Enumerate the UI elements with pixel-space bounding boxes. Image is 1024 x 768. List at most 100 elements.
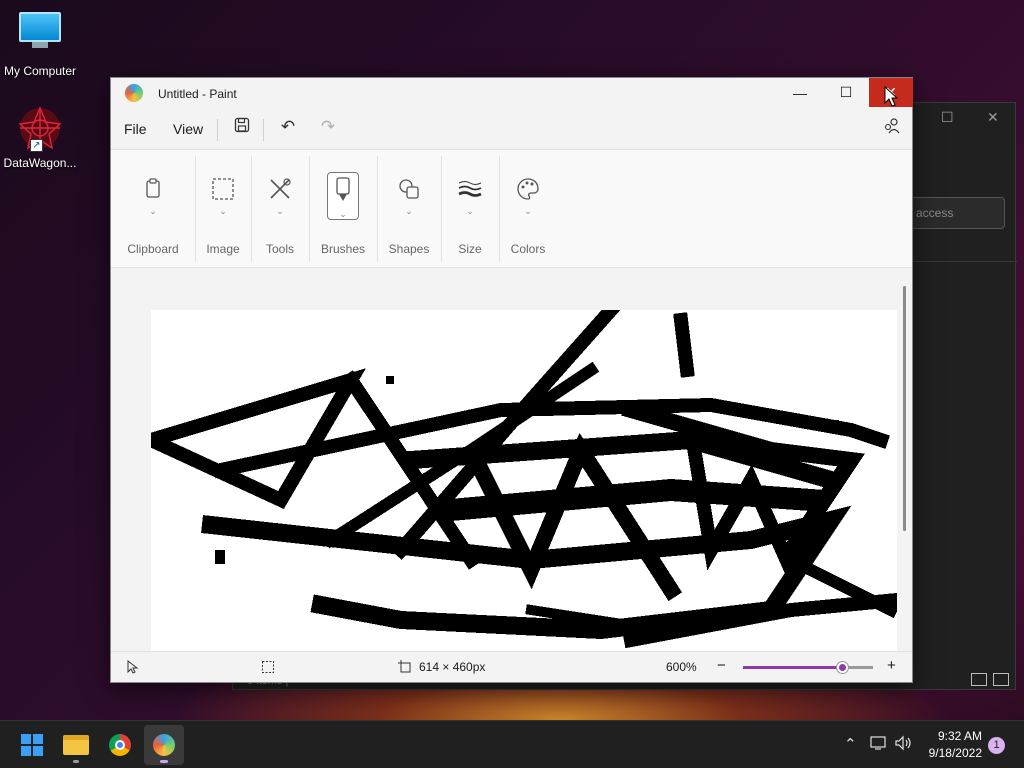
tools-icon (270, 178, 291, 199)
network-icon[interactable] (870, 735, 888, 755)
ribbon-label: Tools (265, 242, 294, 256)
vertical-scrollbar[interactable] (903, 286, 906, 531)
taskbar-paint[interactable] (144, 725, 184, 765)
selection-size-icon (261, 660, 275, 677)
clock-time: 9:32 AM (937, 729, 982, 743)
ribbon-group-size[interactable]: ⌄ Size (443, 150, 497, 269)
taskbar-chrome[interactable] (100, 725, 140, 765)
ribbon-group-tools[interactable]: ⌄ Tools (253, 150, 307, 269)
maximize-icon[interactable]: ☐ (941, 109, 954, 126)
menu-view[interactable]: View (173, 121, 203, 137)
undo-button[interactable]: ↶ (275, 117, 301, 141)
maximize-button[interactable]: ☐ (823, 78, 869, 107)
save-button[interactable] (229, 117, 255, 141)
ribbon: ⌄ Clipboard ⌄ Image ⌄ Tools ⌄ Brushes ⌄ (111, 149, 912, 268)
chevron-down-icon: ⌄ (339, 209, 347, 219)
divider (441, 156, 442, 262)
ribbon-group-clipboard[interactable]: ⌄ Clipboard (115, 150, 191, 269)
active-indicator (160, 760, 168, 763)
taskbar-file-explorer[interactable] (56, 725, 96, 765)
chevron-down-icon: ⌄ (149, 206, 157, 216)
ribbon-group-colors[interactable]: ⌄ Colors (501, 150, 555, 269)
divider (217, 119, 218, 141)
chrome-icon (109, 734, 131, 756)
notification-badge[interactable]: 1 (988, 737, 1005, 754)
undo-icon: ↶ (280, 117, 296, 136)
zoom-slider[interactable] (743, 662, 873, 673)
ribbon-label: Shapes (388, 242, 430, 256)
ribbon-group-shapes[interactable]: ⌄ Shapes (379, 150, 439, 269)
account-button[interactable] (879, 117, 905, 141)
windows-logo-icon (21, 734, 43, 756)
divider (263, 119, 264, 141)
search-input[interactable]: access (901, 197, 1005, 229)
ribbon-label: Colors (510, 242, 546, 256)
chevron-down-icon: ⌄ (276, 206, 284, 216)
scribble-drawing (141, 300, 905, 649)
paint-app-icon (153, 734, 175, 756)
running-indicator (73, 760, 79, 763)
save-icon (234, 117, 250, 133)
redo-icon: ↷ (320, 117, 336, 136)
redo-button[interactable]: ↷ (315, 117, 341, 141)
divider (195, 156, 196, 262)
selection-icon (212, 178, 234, 200)
shortcut-arrow-icon: ↗ (30, 139, 43, 152)
maximize-icon: ☐ (839, 84, 853, 100)
ribbon-group-brushes[interactable]: ⌄ Brushes (311, 150, 375, 269)
minimize-button[interactable]: — (777, 78, 823, 107)
window-title: Untitled - Paint (158, 87, 237, 101)
ribbon-label: Clipboard (127, 242, 179, 256)
start-button[interactable] (12, 725, 52, 765)
monitor-icon (16, 12, 64, 60)
shapes-icon (399, 179, 419, 199)
desktop-icon-my-computer[interactable]: My Computer (0, 8, 80, 78)
ribbon-label: Size (458, 242, 482, 256)
size-icon (458, 181, 482, 197)
palette-icon (517, 178, 539, 200)
mouse-cursor-icon (884, 86, 898, 107)
desktop-icon-label: My Computer (3, 64, 77, 78)
folder-icon (63, 735, 89, 755)
chevron-down-icon: ⌄ (466, 206, 474, 216)
minimize-icon: — (793, 84, 807, 101)
paint-window: Untitled - Paint — ☐ ✕ File View ↶ ↷ ⌄ C… (110, 77, 913, 683)
paint-app-icon (125, 84, 143, 102)
zoom-level: 600% (666, 660, 697, 674)
clipboard-icon (146, 178, 160, 198)
details-view-icon[interactable] (971, 673, 987, 686)
canvas-area (111, 268, 912, 651)
zoom-slider-fill (743, 666, 845, 669)
brushes-selected-box[interactable]: ⌄ (327, 172, 359, 220)
zoom-out-button[interactable]: − (717, 657, 726, 674)
canvas-size-icon (398, 660, 412, 677)
chevron-down-icon: ⌄ (219, 206, 227, 216)
ribbon-group-image[interactable]: ⌄ Image (197, 150, 249, 269)
divider (309, 156, 310, 262)
ribbon-label: Brushes (320, 242, 366, 256)
close-icon[interactable]: ✕ (987, 109, 999, 126)
desktop-icon-datawagon[interactable]: ↗ DataWagon... (0, 104, 80, 170)
pointer-icon (127, 659, 139, 677)
zoom-slider-thumb[interactable] (837, 662, 849, 673)
chevron-down-icon: ⌄ (524, 206, 532, 216)
desktop-icon-label: DataWagon... (3, 156, 77, 170)
datawagon-app-icon: ↗ (16, 104, 64, 152)
chevron-up-icon[interactable]: ⌃ (844, 735, 857, 753)
zoom-in-button[interactable]: + (887, 657, 896, 674)
title-bar[interactable]: Untitled - Paint — ☐ ✕ (111, 78, 913, 109)
divider (499, 156, 500, 262)
tiles-view-icon[interactable] (993, 673, 1009, 686)
canvas-size-text: 614 × 460px (419, 660, 486, 674)
menu-file[interactable]: File (124, 121, 147, 137)
account-settings-icon (884, 118, 900, 134)
volume-icon[interactable] (894, 735, 912, 755)
divider (377, 156, 378, 262)
system-clock[interactable]: 9:32 AM 9/18/2022 (920, 728, 982, 762)
divider (251, 156, 252, 262)
menu-bar: File View ↶ ↷ (111, 109, 912, 149)
drawing-canvas[interactable] (141, 300, 905, 651)
clock-date: 9/18/2022 (928, 746, 982, 760)
ribbon-label: Image (206, 242, 240, 256)
brush-icon (336, 177, 350, 201)
